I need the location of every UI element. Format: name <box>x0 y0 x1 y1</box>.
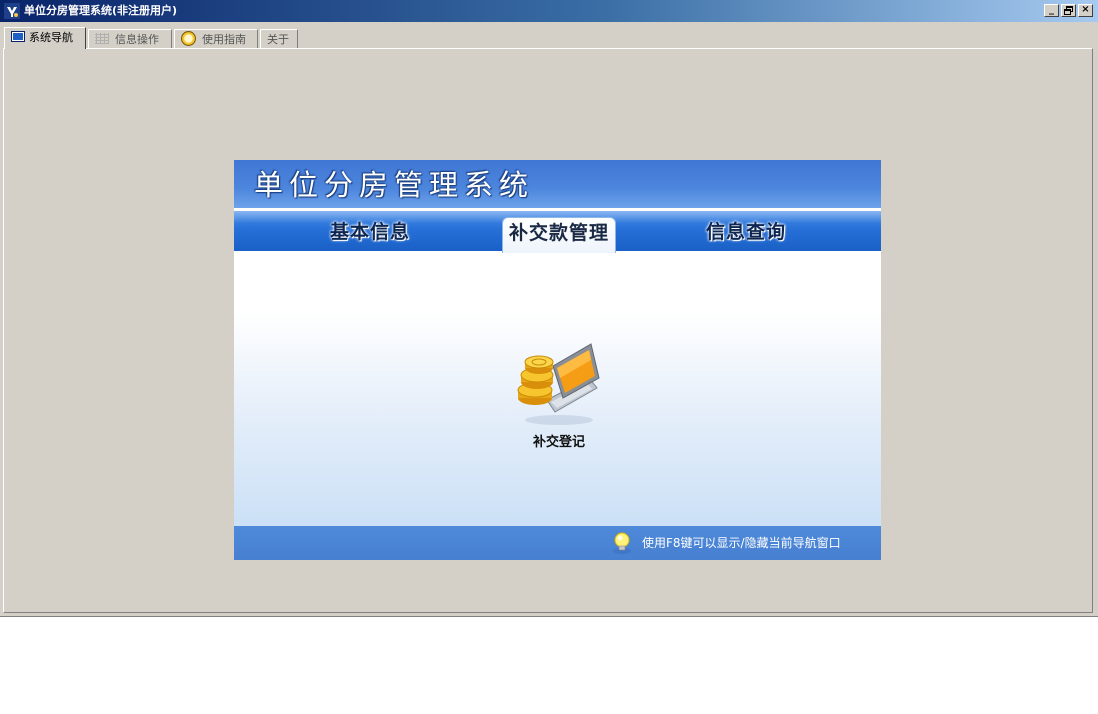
help-icon <box>181 31 196 46</box>
nav-tab-supplement-payment[interactable]: 补交款管理 <box>502 217 617 253</box>
grid-icon <box>95 33 109 44</box>
nav-header: 单位分房管理系统 <box>234 160 881 208</box>
monitor-icon <box>11 31 25 42</box>
close-button[interactable]: × <box>1078 4 1093 17</box>
tab-label: 信息操作 <box>115 33 159 46</box>
main-window: 单位分房管理系统(非注册用户) _ × 系统导航 信息操作 使用指南 关于 单位… <box>0 0 1098 617</box>
nav-tab-basic-info[interactable]: 基本信息 <box>330 220 410 244</box>
nav-tab-info-query[interactable]: 信息查询 <box>706 220 786 244</box>
nav-tab-bar: 基本信息 补交款管理 信息查询 <box>234 211 881 253</box>
restore-icon <box>1064 6 1073 15</box>
tab-label: 关于 <box>267 33 289 46</box>
window-title: 单位分房管理系统(非注册用户) <box>24 4 178 17</box>
app-logo-icon <box>4 3 20 19</box>
nav-footer: 使用F8键可以显示/隐藏当前导航窗口 <box>234 526 881 560</box>
nav-title: 单位分房管理系统 <box>254 168 535 202</box>
feature-supplement-registration[interactable]: 补交登记 <box>513 338 605 458</box>
lightbulb-icon <box>613 532 631 554</box>
minimize-button[interactable]: _ <box>1044 4 1059 17</box>
navigation-panel: 单位分房管理系统 基本信息 补交款管理 信息查询 补交登记 使用F8键可以显示/… <box>234 160 881 560</box>
tab-system-navigation[interactable]: 系统导航 <box>4 27 86 49</box>
tab-about[interactable]: 关于 <box>260 29 298 48</box>
title-bar[interactable]: 单位分房管理系统(非注册用户) _ × <box>0 0 1098 22</box>
tab-label: 系统导航 <box>29 31 73 44</box>
restore-button[interactable] <box>1061 4 1076 17</box>
tab-user-guide[interactable]: 使用指南 <box>174 29 258 48</box>
coins-laptop-icon <box>517 343 600 425</box>
tab-label: 使用指南 <box>202 33 246 46</box>
feature-label: 补交登记 <box>532 435 585 450</box>
tab-info-operations[interactable]: 信息操作 <box>88 29 172 48</box>
footer-tip-text: 使用F8键可以显示/隐藏当前导航窗口 <box>642 536 841 550</box>
